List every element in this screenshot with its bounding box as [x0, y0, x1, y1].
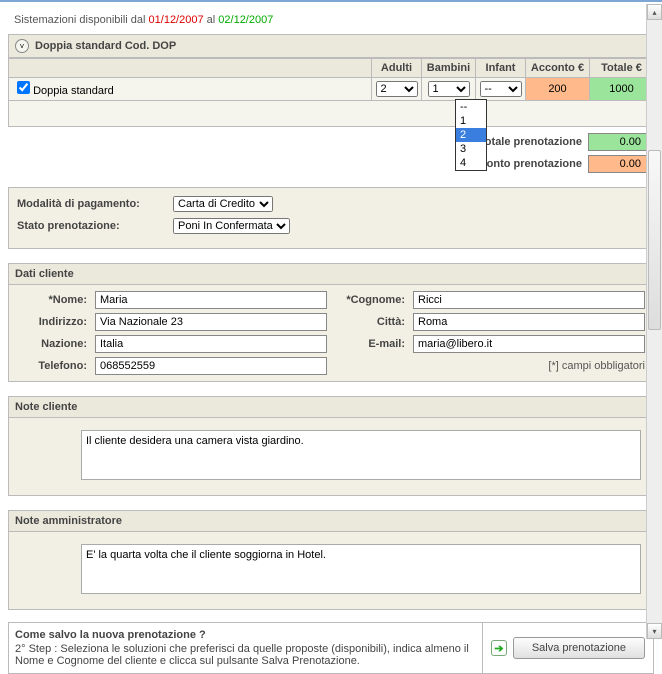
- payment-panel: Modalità di pagamento: Carta di Credito …: [8, 187, 654, 249]
- adults-select[interactable]: 2: [376, 81, 418, 97]
- client-panel: Dati cliente *Nome: *Cognome: Indirizzo:…: [8, 263, 654, 382]
- notes-client-header: Note cliente: [9, 397, 653, 418]
- collapse-icon[interactable]: ˅: [15, 39, 29, 53]
- client-header: Dati cliente: [9, 264, 653, 285]
- total-cell: 1000: [590, 78, 654, 101]
- total-booking-value: 0.00: [588, 133, 648, 151]
- mandatory-note: [*] campi obbligatori: [331, 355, 649, 377]
- scroll-up-icon[interactable]: ▴: [647, 4, 662, 20]
- nome-label: *Nome:: [13, 289, 91, 311]
- payment-select[interactable]: Carta di Credito: [173, 196, 273, 212]
- col-infant: Infant: [476, 59, 526, 78]
- availability-line: Sistemazioni disponibili dal 01/12/2007 …: [8, 12, 654, 34]
- col-deposit: Acconto €: [526, 59, 590, 78]
- telefono-label: Telefono:: [13, 355, 91, 377]
- scroll-thumb[interactable]: [648, 150, 661, 330]
- room-table: Adulti Bambini Infant Acconto € Totale €…: [8, 58, 654, 127]
- indirizzo-label: Indirizzo:: [13, 311, 91, 333]
- arrow-right-icon: ➔: [491, 640, 507, 656]
- notes-client-textarea[interactable]: [81, 430, 641, 480]
- scroll-down-icon[interactable]: ▾: [647, 623, 662, 639]
- payment-label: Modalità di pagamento:: [17, 198, 167, 210]
- citta-field[interactable]: [413, 313, 645, 331]
- save-question: Come salvo la nuova prenotazione ?: [15, 629, 476, 641]
- infant-select[interactable]: --: [480, 81, 522, 97]
- nome-field[interactable]: [95, 291, 327, 309]
- col-adults: Adulti: [372, 59, 422, 78]
- status-label: Stato prenotazione:: [17, 220, 167, 232]
- indirizzo-field[interactable]: [95, 313, 327, 331]
- col-children: Bambini: [422, 59, 476, 78]
- date-from: 01/12/2007: [149, 14, 204, 26]
- cognome-field[interactable]: [413, 291, 645, 309]
- notes-admin-panel: Note amministratore: [8, 510, 654, 610]
- save-row: Come salvo la nuova prenotazione ? 2° St…: [8, 622, 654, 674]
- total-booking-label: Totale prenotazione: [479, 136, 582, 148]
- col-total: Totale €: [590, 59, 654, 78]
- date-to: 02/12/2007: [218, 14, 273, 26]
- notes-admin-header: Note amministratore: [9, 511, 653, 532]
- notes-admin-textarea[interactable]: [81, 544, 641, 594]
- notes-client-panel: Note cliente: [8, 396, 654, 496]
- nazione-field[interactable]: [95, 335, 327, 353]
- save-button[interactable]: Salva prenotazione: [513, 637, 645, 659]
- children-select[interactable]: 1: [428, 81, 470, 97]
- telefono-field[interactable]: [95, 357, 327, 375]
- email-label: E-mail:: [331, 333, 409, 355]
- children-dropdown-open[interactable]: -- 1 2 3 4: [455, 99, 487, 171]
- deposit-cell: 200: [526, 78, 590, 101]
- room-title: Doppia standard Cod. DOP: [35, 40, 176, 52]
- deposit-booking-value: 0.00: [588, 155, 648, 173]
- email-field[interactable]: [413, 335, 645, 353]
- vertical-scrollbar[interactable]: ▴ ▾: [646, 4, 662, 639]
- room-name: Doppia standard: [33, 85, 114, 97]
- citta-label: Città:: [331, 311, 409, 333]
- room-section-header: ˅ Doppia standard Cod. DOP: [8, 34, 654, 58]
- status-select[interactable]: Poni In Confermata: [173, 218, 290, 234]
- room-checkbox[interactable]: [17, 81, 30, 94]
- save-help: 2° Step : Seleziona le soluzioni che pre…: [15, 643, 469, 667]
- nazione-label: Nazione:: [13, 333, 91, 355]
- cognome-label: *Cognome:: [331, 289, 409, 311]
